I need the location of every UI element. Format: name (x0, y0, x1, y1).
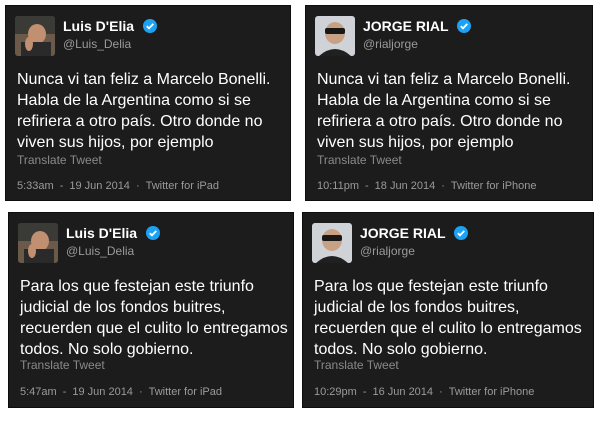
tweet-time[interactable]: 5:33am (17, 180, 54, 192)
user-name[interactable]: JORGE RIAL (363, 18, 472, 34)
translate-tweet-link[interactable]: Translate Tweet (317, 153, 402, 167)
tweet-card-delia-1: Luis D'Elia @Luis_Delia Nunca vi tan fel… (5, 5, 291, 201)
verified-badge-icon (145, 226, 160, 240)
user-name-text[interactable]: JORGE RIAL (363, 18, 448, 34)
tweet-text: Nunca vi tan feliz a Marcelo Bonelli. Ha… (17, 71, 271, 151)
user-name-text[interactable]: JORGE RIAL (360, 225, 445, 241)
avatar[interactable] (315, 16, 355, 56)
tweet-sep: · (135, 180, 140, 192)
tweet-sep: - (62, 386, 67, 398)
tweet-time[interactable]: 10:29pm (314, 386, 357, 398)
user-handle[interactable]: @rialjorge (360, 244, 415, 258)
user-handle[interactable]: @Luis_Delia (66, 244, 134, 258)
tweet-sep: - (365, 180, 369, 192)
tweet-text: Para los que festejan este triunfo judic… (20, 278, 288, 358)
tweet-meta: 5:33am -19 Jun 2014 · Twitter for iPad (17, 180, 225, 192)
tweet-sep: · (441, 180, 445, 192)
user-name[interactable]: JORGE RIAL (360, 225, 469, 241)
user-handle[interactable]: @Luis_Delia (63, 37, 131, 51)
tweet-meta: 10:11pm -18 Jun 2014 · Twitter for iPhone (317, 180, 543, 192)
avatar[interactable] (312, 223, 352, 263)
translate-tweet-link[interactable]: Translate Tweet (17, 153, 102, 167)
tweet-card-rial-1: JORGE RIAL @rialjorge Nunca vi tan feliz… (305, 5, 593, 201)
tweet-card-rial-2: JORGE RIAL @rialjorge Para los que feste… (302, 212, 594, 408)
tweet-client[interactable]: Twitter for iPad (146, 180, 219, 192)
user-name[interactable]: Luis D'Elia (66, 225, 160, 241)
tweet-date[interactable]: 16 Jun 2014 (372, 386, 433, 398)
tweet-date[interactable]: 18 Jun 2014 (375, 180, 436, 192)
tweet-sep: - (362, 386, 367, 398)
tweet-client[interactable]: Twitter for iPhone (451, 180, 537, 192)
user-name-text[interactable]: Luis D'Elia (63, 18, 134, 34)
avatar[interactable] (15, 16, 55, 56)
translate-tweet-link[interactable]: Translate Tweet (314, 358, 399, 372)
verified-badge-icon (457, 19, 472, 33)
tweet-date[interactable]: 19 Jun 2014 (69, 180, 130, 192)
user-name-text[interactable]: Luis D'Elia (66, 225, 137, 241)
verified-badge-icon (454, 226, 469, 240)
tweet-text: Para los que festejan este triunfo judic… (314, 278, 582, 358)
tweet-meta: 10:29pm -16 Jun 2014 · Twitter for iPhone (314, 386, 540, 398)
verified-badge-icon (142, 19, 157, 33)
user-name[interactable]: Luis D'Elia (63, 18, 157, 34)
translate-tweet-link[interactable]: Translate Tweet (20, 358, 105, 372)
tweet-date[interactable]: 19 Jun 2014 (72, 386, 133, 398)
tweet-time[interactable]: 10:11pm (317, 180, 359, 192)
tweet-meta: 5:47am -19 Jun 2014 · Twitter for iPad (20, 386, 228, 398)
user-handle[interactable]: @rialjorge (363, 37, 418, 51)
tweet-client[interactable]: Twitter for iPhone (449, 386, 535, 398)
tweet-text: Nunca vi tan feliz a Marcelo Bonelli. Ha… (317, 71, 571, 151)
tweet-card-delia-2: Luis D'Elia @Luis_Delia Para los que fes… (8, 212, 294, 408)
tweet-sep: - (59, 180, 64, 192)
tweet-sep: · (138, 386, 143, 398)
tweet-time[interactable]: 5:47am (20, 386, 57, 398)
tweet-client[interactable]: Twitter for iPad (149, 386, 222, 398)
tweet-sep: · (439, 386, 443, 398)
avatar[interactable] (18, 223, 58, 263)
